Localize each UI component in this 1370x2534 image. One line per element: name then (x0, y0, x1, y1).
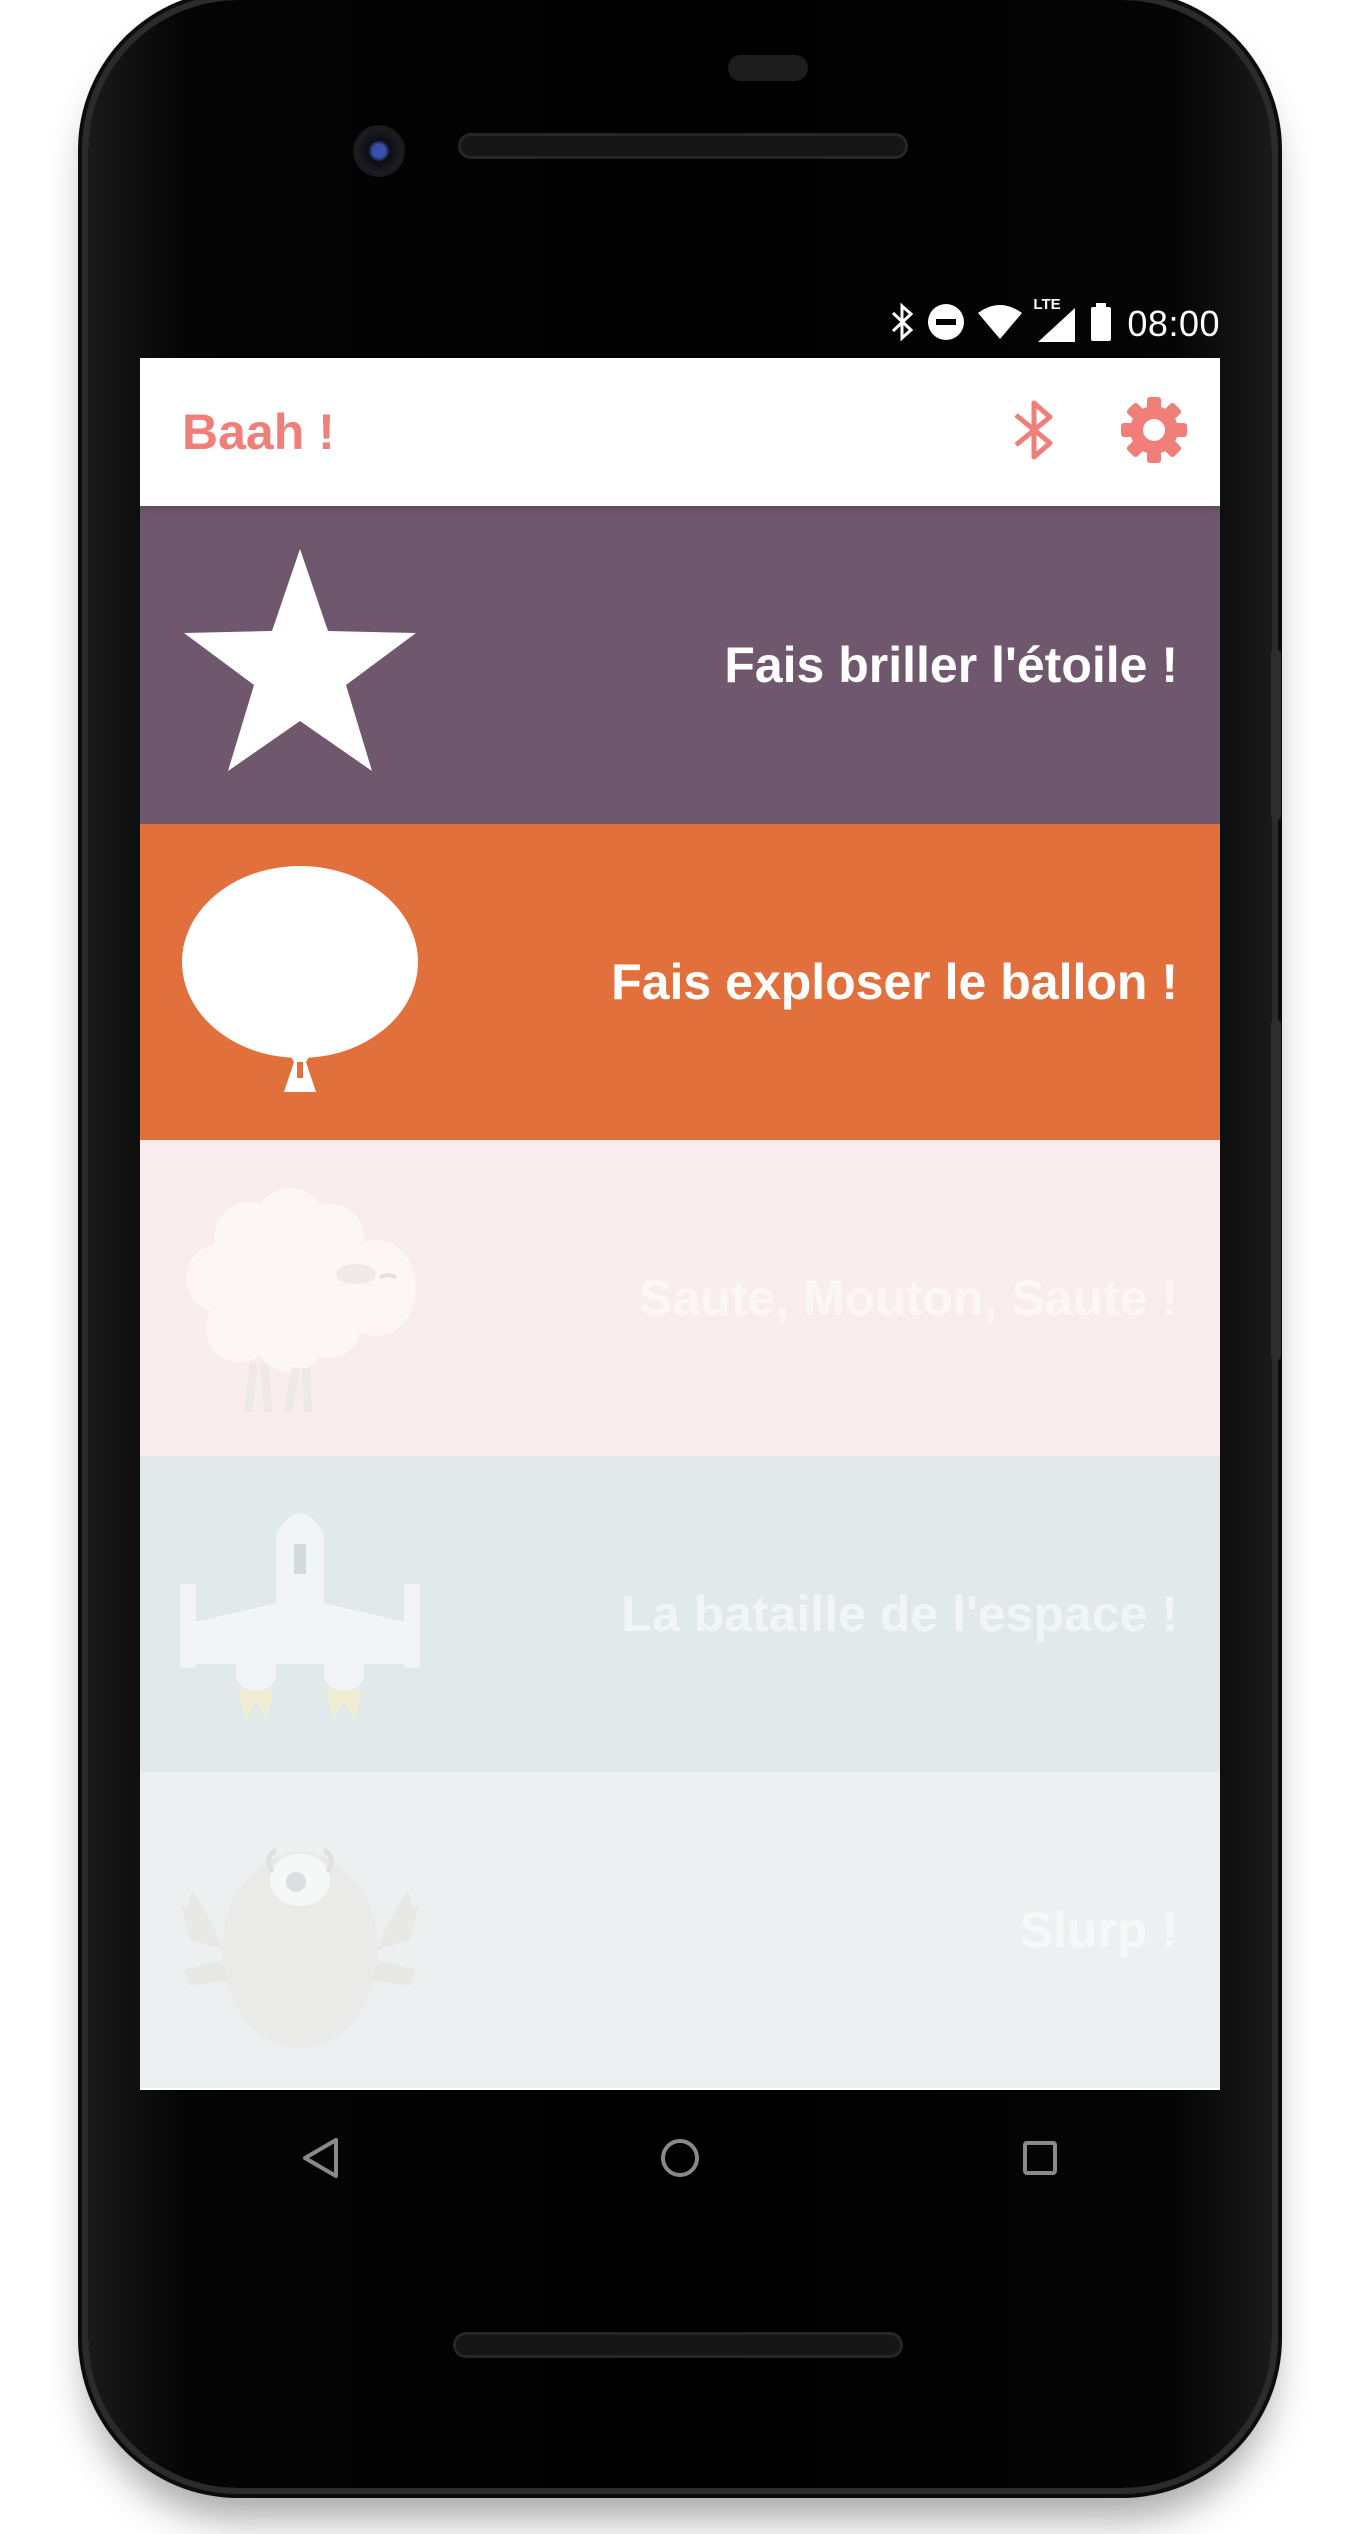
home-icon (658, 2136, 702, 2185)
back-icon (300, 2136, 340, 2185)
bluetooth-icon (1012, 397, 1056, 468)
game-row-star[interactable]: Fais briller l'étoile ! (140, 506, 1220, 824)
back-button[interactable] (270, 2110, 370, 2210)
volume-button (1271, 1020, 1281, 1360)
balloon-icon (180, 862, 420, 1102)
bottom-speaker (453, 2332, 903, 2358)
wifi-icon (977, 304, 1023, 345)
do-not-disturb-icon (927, 303, 965, 346)
signal-icon: LTE (1033, 296, 1077, 344)
game-row-slurp[interactable]: Slurp ! (140, 1772, 1220, 2088)
battery-icon (1089, 302, 1113, 347)
game-title-sheep: Saute, Mouton, Saute ! (639, 1270, 1178, 1326)
gear-icon (1119, 395, 1189, 470)
top-speaker (458, 133, 908, 159)
game-title-balloon: Fais exploser le ballon ! (611, 954, 1178, 1010)
bluetooth-button[interactable] (998, 396, 1070, 468)
game-row-sheep[interactable]: Saute, Mouton, Saute ! (140, 1140, 1220, 1456)
navigation-bar (140, 2090, 1220, 2230)
home-button[interactable] (630, 2110, 730, 2210)
settings-button[interactable] (1118, 396, 1190, 468)
game-title-star: Fais briller l'étoile ! (724, 637, 1178, 693)
recents-icon (1020, 2138, 1060, 2183)
bluetooth-status-icon (891, 302, 915, 347)
game-title-space: La bataille de l'espace ! (621, 1586, 1178, 1642)
sheep-icon (180, 1178, 420, 1418)
status-bar: LTE 08:00 (140, 292, 1220, 356)
network-type-label: LTE (1033, 296, 1061, 313)
game-row-balloon[interactable]: Fais exploser le ballon ! (140, 824, 1220, 1140)
game-title-slurp: Slurp ! (1019, 1902, 1178, 1958)
clock: 08:00 (1127, 303, 1220, 344)
app-title: Baah ! (182, 404, 335, 460)
recents-button[interactable] (990, 2110, 1090, 2210)
app-screen: Baah ! Fais briller l'étoile ! Fais expl… (140, 358, 1220, 2090)
frog-icon (180, 1810, 420, 2050)
front-camera (353, 125, 405, 177)
app-bar: Baah ! (140, 358, 1220, 506)
star-icon (180, 545, 420, 785)
power-button (1271, 650, 1281, 820)
earpiece (728, 55, 808, 81)
spaceship-icon (180, 1494, 420, 1734)
game-row-space[interactable]: La bataille de l'espace ! (140, 1456, 1220, 1772)
